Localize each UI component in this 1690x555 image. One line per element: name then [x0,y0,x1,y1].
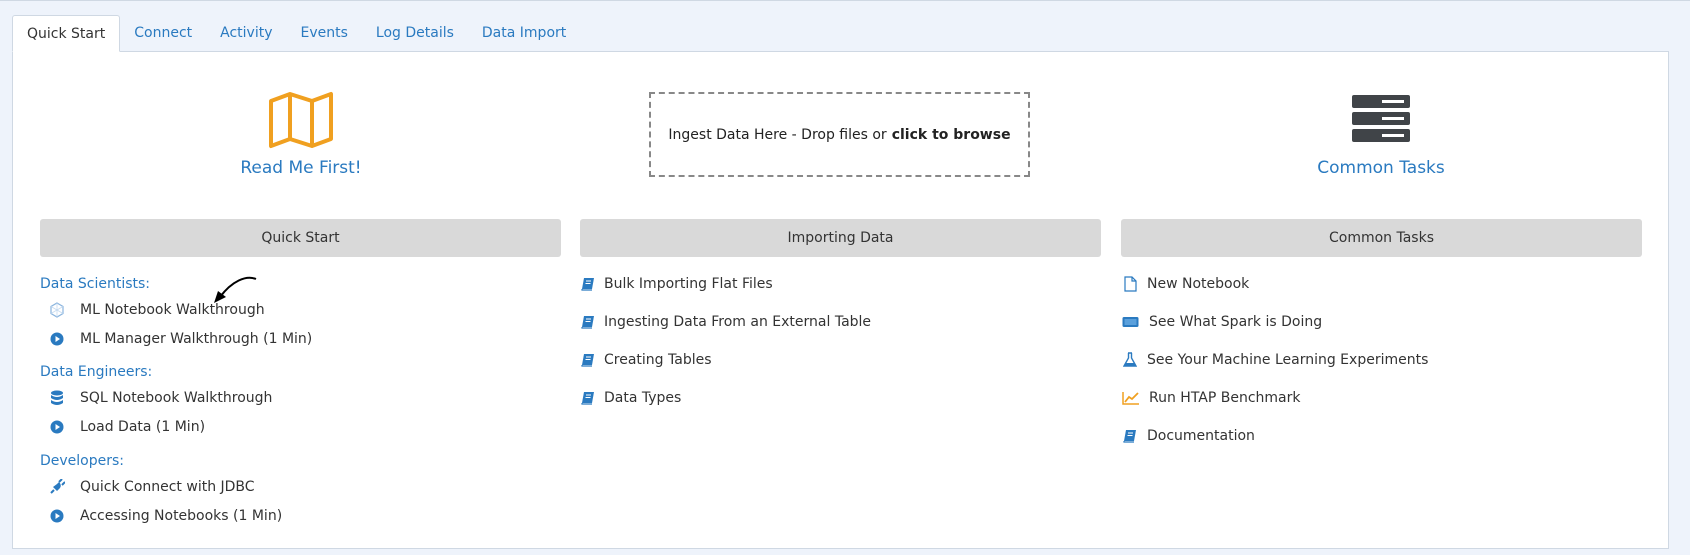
ml-experiments-link[interactable]: See Your Machine Learning Experiments [1121,352,1428,368]
tab-connect[interactable]: Connect [120,15,206,51]
book-icon [580,352,596,368]
item-label: See Your Machine Learning Experiments [1147,352,1429,368]
item-label: Data Types [604,390,682,406]
data-types-link[interactable]: Data Types [580,390,681,406]
database-icon [46,390,68,406]
data-scientists-label: Data Scientists: [40,276,151,292]
item-label: Load Data (1 Min) [80,419,206,435]
new-notebook-link[interactable]: New Notebook [1121,276,1249,292]
item-label: Documentation [1147,428,1255,444]
book-icon [580,390,596,406]
dropzone-text: Ingest Data Here - Drop files or [668,126,887,143]
item-label: Run HTAP Benchmark [1149,390,1301,406]
top-border [0,0,1690,1]
item-label: New Notebook [1147,276,1250,292]
ingest-dropzone[interactable]: Ingest Data Here - Drop files or click t… [649,92,1030,177]
server-stack-icon[interactable] [1352,95,1410,142]
load-data-link[interactable]: Load Data (1 Min) [46,419,205,435]
item-label: SQL Notebook Walkthrough [80,390,273,406]
htap-benchmark-link[interactable]: Run HTAP Benchmark [1121,390,1301,406]
quick-connect-jdbc-link[interactable]: Quick Connect with JDBC [46,479,255,495]
book-icon [1121,428,1139,444]
tab-bar: Quick Start Connect Activity Events Log … [12,15,580,52]
item-label: Ingesting Data From an External Table [604,314,872,330]
document-icon [1121,276,1139,292]
item-label: Creating Tables [604,352,712,368]
bulk-importing-link[interactable]: Bulk Importing Flat Files [580,276,773,292]
item-label: Quick Connect with JDBC [80,479,255,495]
ml-manager-walkthrough-link[interactable]: ML Manager Walkthrough (1 Min) [46,331,312,347]
tab-data-import[interactable]: Data Import [468,15,580,51]
read-me-first-link[interactable]: Read Me First! [220,158,382,178]
flask-icon [1121,352,1139,368]
dropzone-browse-link[interactable]: click to browse [892,127,1011,143]
item-label: See What Spark is Doing [1149,314,1323,330]
tab-log-details[interactable]: Log Details [362,15,468,51]
common-tasks-link[interactable]: Common Tasks [1300,158,1462,178]
tab-events[interactable]: Events [287,15,362,51]
play-circle-icon [46,508,68,524]
line-chart-icon [1121,390,1141,406]
plug-icon [46,479,68,495]
hexagon-icon [46,302,68,318]
importing-data-section-header[interactable]: Importing Data [580,219,1101,257]
book-icon [580,314,596,330]
tab-activity[interactable]: Activity [206,15,286,51]
documentation-link[interactable]: Documentation [1121,428,1255,444]
item-label: ML Manager Walkthrough (1 Min) [80,331,313,347]
battery-icon [1121,314,1141,330]
quick-start-section-header[interactable]: Quick Start [40,219,561,257]
creating-tables-link[interactable]: Creating Tables [580,352,712,368]
item-label: Accessing Notebooks (1 Min) [80,508,283,524]
common-tasks-section-header[interactable]: Common Tasks [1121,219,1642,257]
item-label: Bulk Importing Flat Files [604,276,773,292]
map-icon[interactable] [268,91,334,149]
play-circle-icon [46,331,68,347]
play-circle-icon [46,419,68,435]
data-engineers-label: Data Engineers: [40,364,153,380]
spark-activity-link[interactable]: See What Spark is Doing [1121,314,1322,330]
accessing-notebooks-link[interactable]: Accessing Notebooks (1 Min) [46,508,282,524]
developers-label: Developers: [40,453,125,469]
ingesting-external-table-link[interactable]: Ingesting Data From an External Table [580,314,871,330]
pointer-arrow-icon [214,276,257,303]
sql-notebook-walkthrough-link[interactable]: SQL Notebook Walkthrough [46,390,272,406]
book-icon [580,276,596,292]
tab-quick-start[interactable]: Quick Start [12,15,121,52]
